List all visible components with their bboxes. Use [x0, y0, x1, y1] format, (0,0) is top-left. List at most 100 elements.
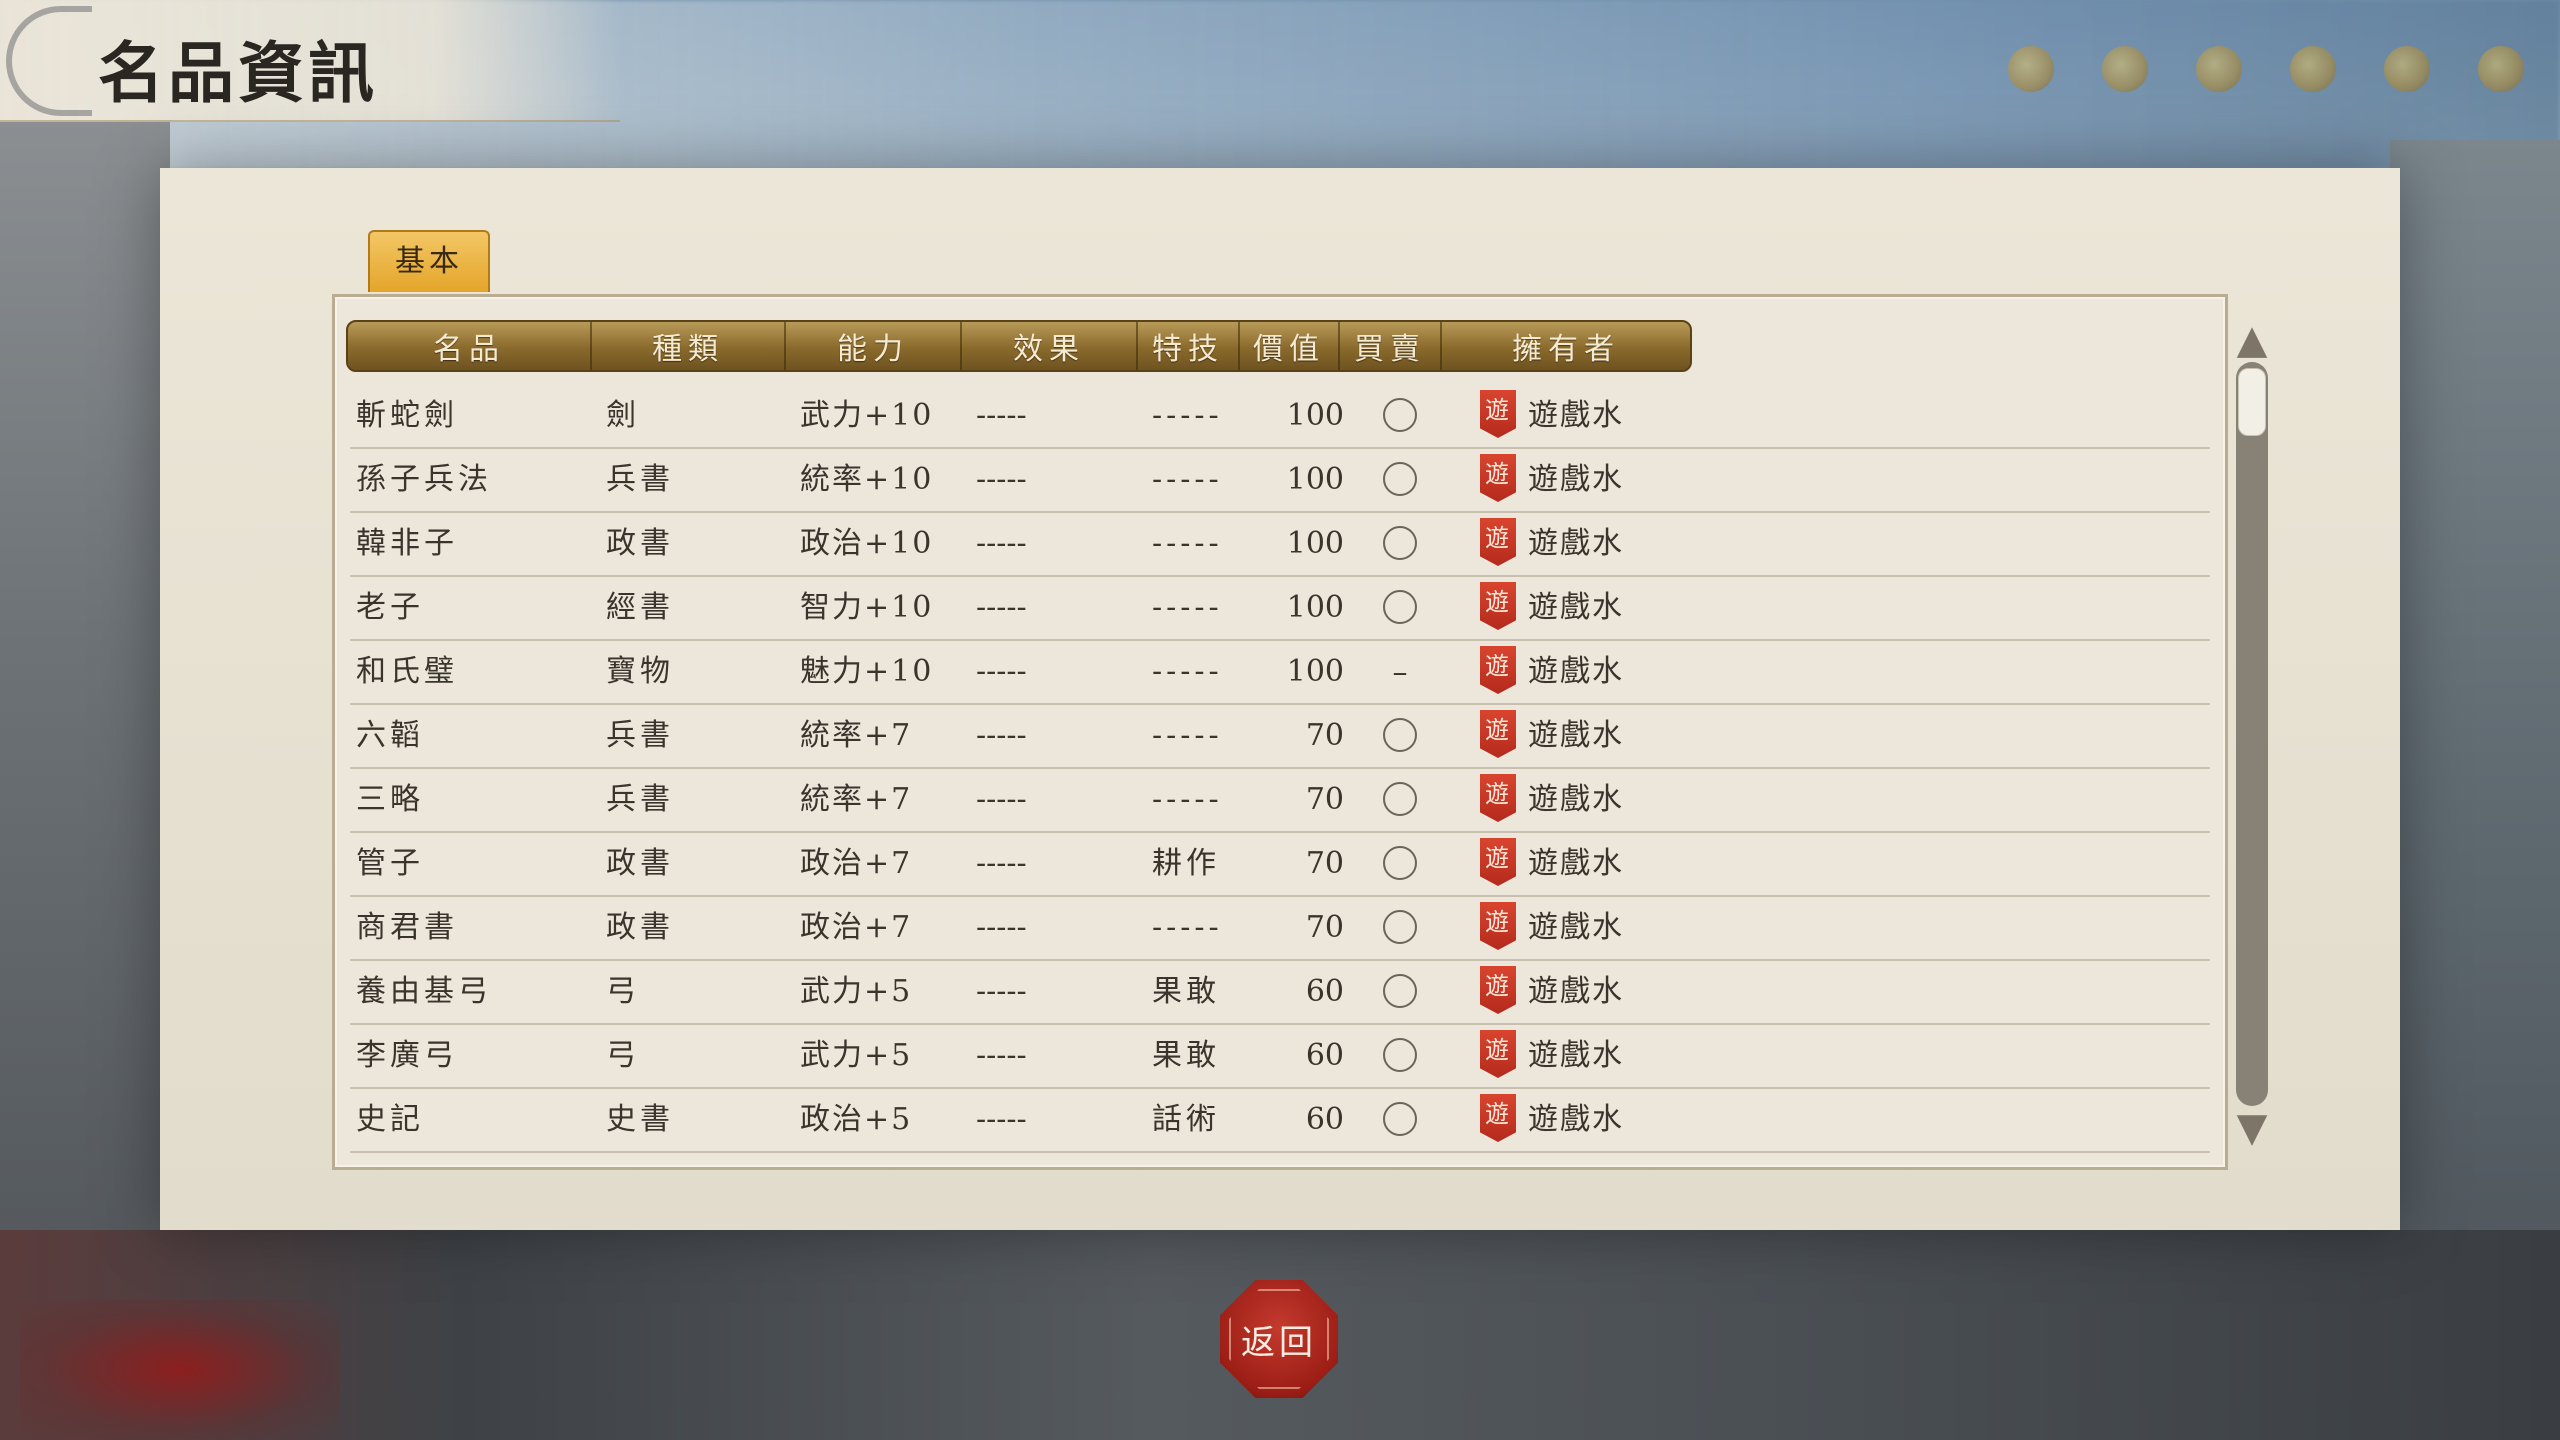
item-owner: 遊遊戲水	[1480, 897, 1624, 959]
table-row[interactable]: 史記 史書 政治+5 ----- 話術 60 遊遊戲水	[350, 1089, 2210, 1153]
faction-banner-icon: 遊	[1480, 1094, 1516, 1142]
column-header-value[interactable]: 價值	[1240, 322, 1340, 370]
tradable-circle-icon	[1370, 1025, 1430, 1087]
item-owner: 遊遊戲水	[1480, 769, 1624, 831]
owner-name: 遊戲水	[1528, 718, 1624, 753]
item-effect: -----	[976, 590, 1027, 625]
column-header-type[interactable]: 種類	[592, 322, 786, 370]
scrollbar-track[interactable]	[2236, 362, 2268, 1106]
item-value: 100	[1286, 526, 1344, 561]
table-row[interactable]: 商君書 政書 政治+7 ----- ----- 70 遊遊戲水	[350, 897, 2210, 961]
item-value: 100	[1286, 654, 1344, 689]
faction-banner-icon: 遊	[1480, 966, 1516, 1014]
item-value: 70	[1305, 846, 1344, 881]
circle-icon	[1383, 974, 1417, 1008]
item-table-body: 斬蛇劍劍武力+10 ----- ----- 100 遊遊戲水 孫子兵法 兵書 統率+10 ---…	[350, 385, 2210, 1153]
circle-icon	[1383, 590, 1417, 624]
item-owner: 遊遊戲水	[1480, 961, 1624, 1023]
column-header-name[interactable]: 名品	[348, 322, 592, 370]
item-ability: 魅力+10	[800, 654, 934, 689]
owner-name: 遊戲水	[1528, 526, 1624, 561]
owner-name: 遊戲水	[1528, 398, 1624, 433]
item-ability: 武力+10	[800, 398, 934, 433]
item-ability: 武力+5	[800, 1038, 913, 1073]
table-row[interactable]: 管子 政書 政治+7 ----- 耕作 70 遊遊戲水	[350, 833, 2210, 897]
owner-name: 遊戲水	[1528, 910, 1624, 945]
scrollbar-thumb[interactable]	[2238, 368, 2266, 436]
item-ability: 智力+10	[800, 590, 934, 625]
item-effect: -----	[976, 526, 1027, 561]
item-skill: 話術	[1152, 1102, 1220, 1137]
item-name: 孫子兵法	[356, 462, 492, 497]
item-name: 韓非子	[356, 526, 458, 561]
item-ability: 武力+5	[800, 974, 913, 1009]
table-row[interactable]: 六韜 兵書 統率+7 ----- ----- 70 遊遊戲水	[350, 705, 2210, 769]
item-owner: 遊遊戲水	[1480, 1089, 1624, 1151]
table-row[interactable]: 李廣弓 弓 武力+5 ----- 果敢 60 遊遊戲水	[350, 1025, 2210, 1089]
table-row[interactable]: 斬蛇劍 劍 武力+10 ----- ----- 100 遊遊戲水	[350, 385, 2210, 449]
owner-name: 遊戲水	[1528, 590, 1624, 625]
scroll-down-arrow-icon[interactable]: ▼	[2232, 1108, 2272, 1148]
item-skill: 果敢	[1152, 974, 1220, 1009]
faction-banner-icon: 遊	[1480, 646, 1516, 694]
tab-basic[interactable]: 基本	[368, 230, 490, 292]
item-ability: 政治+7	[800, 910, 913, 945]
item-effect: -----	[976, 1038, 1027, 1073]
column-header-trade[interactable]: 買賣	[1340, 322, 1442, 370]
item-name: 老子	[356, 590, 424, 625]
item-value: 100	[1286, 462, 1344, 497]
circle-icon	[1383, 1038, 1417, 1072]
item-owner: 遊遊戲水	[1480, 705, 1624, 767]
table-row[interactable]: 和氏璧 寶物 魅力+10 ----- ----- 100 – 遊遊戲水	[350, 641, 2210, 705]
column-header-skill[interactable]: 特技	[1138, 322, 1240, 370]
status-orb-icon	[2008, 46, 2054, 92]
tradable-circle-icon	[1370, 705, 1430, 767]
item-owner: 遊遊戲水	[1480, 385, 1624, 447]
item-type: 弓	[606, 974, 640, 1009]
item-owner: 遊遊戲水	[1480, 833, 1624, 895]
item-type: 政書	[606, 846, 674, 881]
item-skill: -----	[1152, 782, 1223, 817]
circle-icon	[1383, 526, 1417, 560]
item-name: 商君書	[356, 910, 458, 945]
column-header-ability[interactable]: 能力	[786, 322, 962, 370]
status-orb-icon	[2102, 46, 2148, 92]
item-effect: -----	[976, 1102, 1027, 1137]
item-effect: -----	[976, 462, 1027, 497]
item-ability: 政治+5	[800, 1102, 913, 1137]
circle-icon	[1383, 1102, 1417, 1136]
item-name: 斬蛇劍	[356, 398, 458, 433]
item-effect: -----	[976, 846, 1027, 881]
item-name: 管子	[356, 846, 424, 881]
table-row[interactable]: 孫子兵法 兵書 統率+10 ----- ----- 100 遊遊戲水	[350, 449, 2210, 513]
column-header-effect[interactable]: 效果	[962, 322, 1138, 370]
table-row[interactable]: 三略 兵書 統率+7 ----- ----- 70 遊遊戲水	[350, 769, 2210, 833]
item-value: 60	[1305, 1102, 1344, 1137]
table-row[interactable]: 老子 經書 智力+10 ----- ----- 100 遊遊戲水	[350, 577, 2210, 641]
item-effect: -----	[976, 910, 1027, 945]
item-owner: 遊遊戲水	[1480, 1025, 1624, 1087]
page-title: 名品資訊	[98, 34, 378, 112]
circle-icon	[1383, 398, 1417, 432]
faction-banner-icon: 遊	[1480, 902, 1516, 950]
circle-icon	[1383, 462, 1417, 496]
owner-name: 遊戲水	[1528, 782, 1624, 817]
item-owner: 遊遊戲水	[1480, 449, 1624, 511]
owner-name: 遊戲水	[1528, 974, 1624, 1009]
tradable-circle-icon	[1370, 577, 1430, 639]
item-name: 六韜	[356, 718, 424, 753]
column-header-owner[interactable]: 擁有者	[1442, 322, 1690, 370]
table-row[interactable]: 養由基弓 弓 武力+5 ----- 果敢 60 遊遊戲水	[350, 961, 2210, 1025]
scroll-up-arrow-icon[interactable]: ▲	[2232, 320, 2272, 360]
item-skill: -----	[1152, 910, 1223, 945]
tradable-circle-icon	[1370, 1089, 1430, 1151]
item-value: 70	[1305, 910, 1344, 945]
table-header: 名品 種類 能力 效果 特技 價值 買賣 擁有者	[346, 320, 1692, 372]
item-type: 劍	[606, 398, 640, 433]
table-row[interactable]: 韓非子 政書 政治+10 ----- ----- 100 遊遊戲水	[350, 513, 2210, 577]
status-orb-icon	[2290, 46, 2336, 92]
swirl-ornament-icon	[6, 6, 92, 116]
item-ability: 統率+10	[800, 462, 934, 497]
item-skill: -----	[1152, 590, 1223, 625]
circle-icon	[1383, 846, 1417, 880]
